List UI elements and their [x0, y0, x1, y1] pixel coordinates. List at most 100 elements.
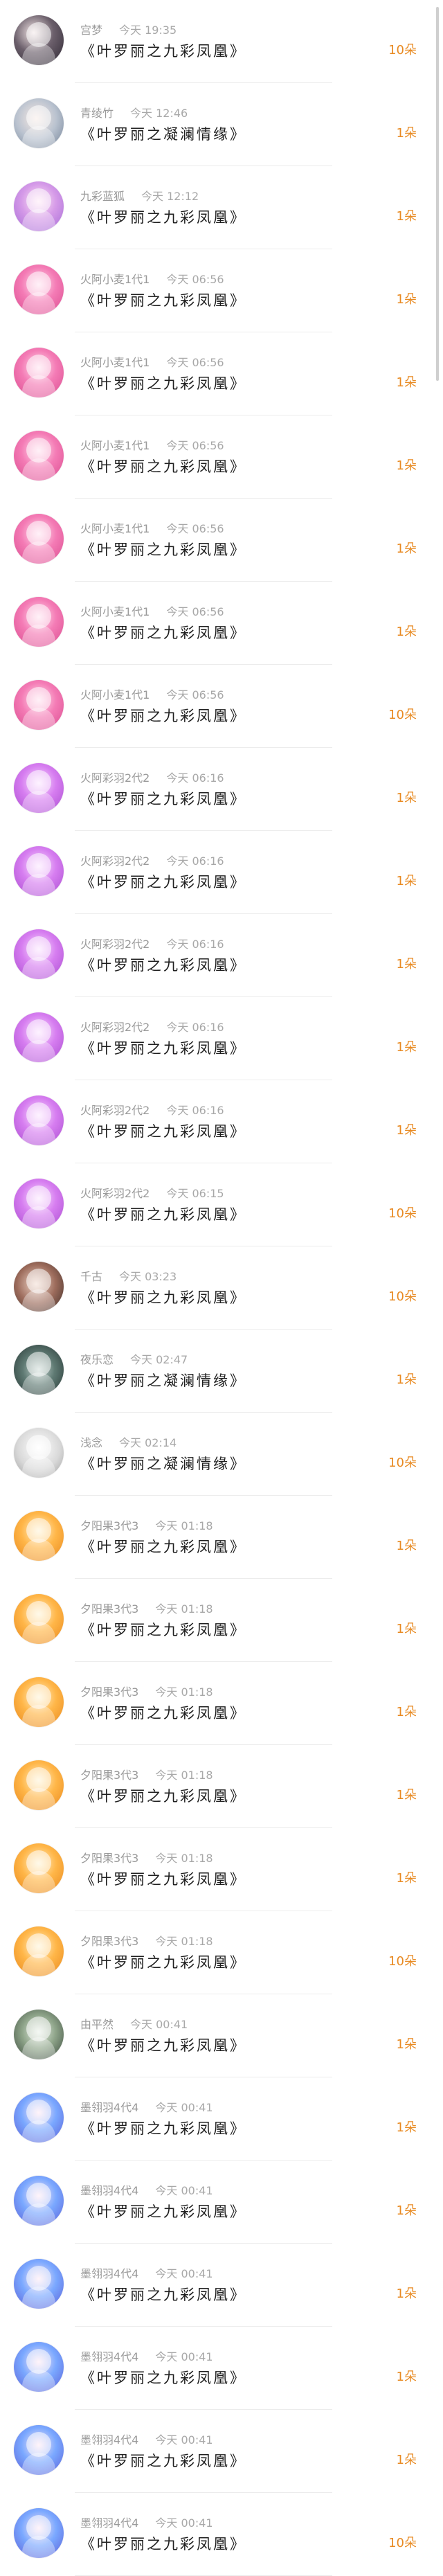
user-avatar[interactable]	[14, 181, 64, 231]
user-avatar[interactable]	[14, 2176, 64, 2226]
user-name[interactable]: 夕阳果3代3	[80, 1602, 138, 1616]
user-avatar[interactable]	[14, 514, 64, 564]
user-name[interactable]: 火阿小麦1代1	[80, 688, 150, 701]
list-item[interactable]: 夜乐恋 今天 02:47 《叶罗丽之凝澜情缘》 1朵	[0, 1330, 443, 1413]
work-title[interactable]: 《叶罗丽之九彩凤凰》	[80, 2450, 246, 2471]
work-title[interactable]: 《叶罗丽之九彩凤凰》	[80, 40, 246, 61]
list-item[interactable]: 火阿小麦1代1 今天 06:56 《叶罗丽之九彩凤凰》 10朵	[0, 665, 443, 748]
user-avatar[interactable]	[14, 1760, 64, 1810]
list-item[interactable]: 火阿小麦1代1 今天 06:56 《叶罗丽之九彩凤凰》 1朵	[0, 249, 443, 332]
work-title[interactable]: 《叶罗丽之九彩凤凰》	[80, 1702, 246, 1723]
user-avatar[interactable]	[14, 1095, 64, 1145]
user-name[interactable]: 夕阳果3代3	[80, 1685, 138, 1699]
user-avatar[interactable]	[14, 1594, 64, 1644]
user-name[interactable]: 夕阳果3代3	[80, 1935, 138, 1948]
user-name[interactable]: 夕阳果3代3	[80, 1852, 138, 1865]
user-name[interactable]: 宫梦	[80, 24, 102, 37]
user-name[interactable]: 火阿彩羽2代2	[80, 1187, 150, 1200]
list-item[interactable]: 夕阳果3代3 今天 01:18 《叶罗丽之九彩凤凰》 10朵	[0, 1911, 443, 1994]
user-name[interactable]: 火阿彩羽2代2	[80, 1104, 150, 1117]
work-title[interactable]: 《叶罗丽之九彩凤凰》	[80, 954, 246, 975]
work-title[interactable]: 《叶罗丽之九彩凤凰》	[80, 1204, 246, 1224]
list-item[interactable]: 火阿彩羽2代2 今天 06:15 《叶罗丽之九彩凤凰》 10朵	[0, 1163, 443, 1246]
work-title[interactable]: 《叶罗丽之凝澜情缘》	[80, 123, 246, 144]
work-title[interactable]: 《叶罗丽之九彩凤凰》	[80, 788, 246, 809]
user-avatar[interactable]	[14, 98, 64, 148]
work-title[interactable]: 《叶罗丽之九彩凤凰》	[80, 456, 246, 476]
user-avatar[interactable]	[14, 15, 64, 65]
user-name[interactable]: 火阿彩羽2代2	[80, 1021, 150, 1034]
list-item[interactable]: 墨翎羽4代4 今天 00:41 《叶罗丽之九彩凤凰》 1朵	[0, 2077, 443, 2161]
work-title[interactable]: 《叶罗丽之凝澜情缘》	[80, 1453, 246, 1474]
list-item[interactable]: 夕阳果3代3 今天 01:18 《叶罗丽之九彩凤凰》 1朵	[0, 1579, 443, 1662]
user-name[interactable]: 火阿小麦1代1	[80, 522, 150, 535]
user-avatar[interactable]	[14, 1179, 64, 1228]
user-name[interactable]: 夕阳果3代3	[80, 1519, 138, 1532]
user-name[interactable]: 墨翎羽4代4	[80, 2267, 138, 2280]
list-item[interactable]: 宫梦 今天 19:35 《叶罗丽之九彩凤凰》 10朵	[0, 0, 443, 83]
user-name[interactable]: 火阿小麦1代1	[80, 356, 150, 369]
user-avatar[interactable]	[14, 1926, 64, 1976]
list-item[interactable]: 千古 今天 03:23 《叶罗丽之九彩凤凰》 10朵	[0, 1246, 443, 1330]
user-name[interactable]: 火阿小麦1代1	[80, 439, 150, 452]
work-title[interactable]: 《叶罗丽之九彩凤凰》	[80, 705, 246, 726]
list-item[interactable]: 夕阳果3代3 今天 01:18 《叶罗丽之九彩凤凰》 1朵	[0, 1745, 443, 1828]
list-item[interactable]: 夕阳果3代3 今天 01:18 《叶罗丽之九彩凤凰》 1朵	[0, 1828, 443, 1911]
work-title[interactable]: 《叶罗丽之九彩凤凰》	[80, 2118, 246, 2138]
list-item[interactable]: 墨翎羽4代4 今天 00:41 《叶罗丽之九彩凤凰》 1朵	[0, 2410, 443, 2493]
user-avatar[interactable]	[14, 846, 64, 896]
work-title[interactable]: 《叶罗丽之九彩凤凰》	[80, 622, 246, 643]
user-name[interactable]: 夕阳果3代3	[80, 1769, 138, 1782]
user-avatar[interactable]	[14, 2342, 64, 2392]
user-avatar[interactable]	[14, 597, 64, 647]
list-item[interactable]: 墨翎羽4代4 今天 00:41 《叶罗丽之九彩凤凰》 1朵	[0, 2161, 443, 2244]
user-avatar[interactable]	[14, 431, 64, 481]
user-name[interactable]: 墨翎羽4代4	[80, 2184, 138, 2197]
list-item[interactable]: 墨翎羽4代4 今天 00:41 《叶罗丽之九彩凤凰》 1朵	[0, 2327, 443, 2410]
list-item[interactable]: 墨翎羽4代4 今天 00:41 《叶罗丽之九彩凤凰》 10朵	[0, 2493, 443, 2576]
user-avatar[interactable]	[14, 2259, 64, 2309]
user-avatar[interactable]	[14, 1345, 64, 1395]
list-item[interactable]: 夕阳果3代3 今天 01:18 《叶罗丽之九彩凤凰》 1朵	[0, 1662, 443, 1745]
user-name[interactable]: 火阿彩羽2代2	[80, 938, 150, 951]
work-title[interactable]: 《叶罗丽之九彩凤凰》	[80, 2284, 246, 2305]
user-avatar[interactable]	[14, 1012, 64, 1062]
work-title[interactable]: 《叶罗丽之九彩凤凰》	[80, 2034, 246, 2055]
list-item[interactable]: 浅念 今天 02:14 《叶罗丽之凝澜情缘》 10朵	[0, 1413, 443, 1496]
user-avatar[interactable]	[14, 2508, 64, 2558]
user-avatar[interactable]	[14, 1677, 64, 1727]
list-item[interactable]: 火阿彩羽2代2 今天 06:16 《叶罗丽之九彩凤凰》 1朵	[0, 831, 443, 914]
work-title[interactable]: 《叶罗丽之九彩凤凰》	[80, 289, 246, 310]
work-title[interactable]: 《叶罗丽之九彩凤凰》	[80, 1037, 246, 1058]
list-item[interactable]: 墨翎羽4代4 今天 00:41 《叶罗丽之九彩凤凰》 1朵	[0, 2244, 443, 2327]
work-title[interactable]: 《叶罗丽之九彩凤凰》	[80, 206, 246, 227]
work-title[interactable]: 《叶罗丽之九彩凤凰》	[80, 2201, 246, 2221]
work-title[interactable]: 《叶罗丽之九彩凤凰》	[80, 1536, 246, 1557]
work-title[interactable]: 《叶罗丽之九彩凤凰》	[80, 1287, 246, 1307]
user-avatar[interactable]	[14, 1428, 64, 1478]
work-title[interactable]: 《叶罗丽之九彩凤凰》	[80, 1951, 246, 1972]
list-item[interactable]: 九彩蓝狐 今天 12:12 《叶罗丽之九彩凤凰》 1朵	[0, 166, 443, 249]
work-title[interactable]: 《叶罗丽之九彩凤凰》	[80, 1868, 246, 1889]
work-title[interactable]: 《叶罗丽之九彩凤凰》	[80, 2367, 246, 2388]
list-item[interactable]: 由平然 今天 00:41 《叶罗丽之九彩凤凰》 1朵	[0, 1994, 443, 2077]
user-avatar[interactable]	[14, 2010, 64, 2059]
user-avatar[interactable]	[14, 763, 64, 813]
user-avatar[interactable]	[14, 2425, 64, 2475]
user-name[interactable]: 墨翎羽4代4	[80, 2516, 138, 2530]
work-title[interactable]: 《叶罗丽之九彩凤凰》	[80, 871, 246, 892]
user-name[interactable]: 火阿小麦1代1	[80, 273, 150, 286]
user-name[interactable]: 由平然	[80, 2018, 114, 2031]
work-title[interactable]: 《叶罗丽之九彩凤凰》	[80, 539, 246, 560]
work-title[interactable]: 《叶罗丽之九彩凤凰》	[80, 373, 246, 393]
user-avatar[interactable]	[14, 2093, 64, 2143]
user-name[interactable]: 浅念	[80, 1436, 102, 1449]
work-title[interactable]: 《叶罗丽之九彩凤凰》	[80, 2533, 246, 2554]
list-item[interactable]: 夕阳果3代3 今天 01:18 《叶罗丽之九彩凤凰》 1朵	[0, 1496, 443, 1579]
user-name[interactable]: 墨翎羽4代4	[80, 2101, 138, 2114]
user-avatar[interactable]	[14, 1262, 64, 1312]
user-avatar[interactable]	[14, 929, 64, 979]
user-avatar[interactable]	[14, 1843, 64, 1893]
work-title[interactable]: 《叶罗丽之凝澜情缘》	[80, 1370, 246, 1390]
list-item[interactable]: 火阿彩羽2代2 今天 06:16 《叶罗丽之九彩凤凰》 1朵	[0, 914, 443, 997]
